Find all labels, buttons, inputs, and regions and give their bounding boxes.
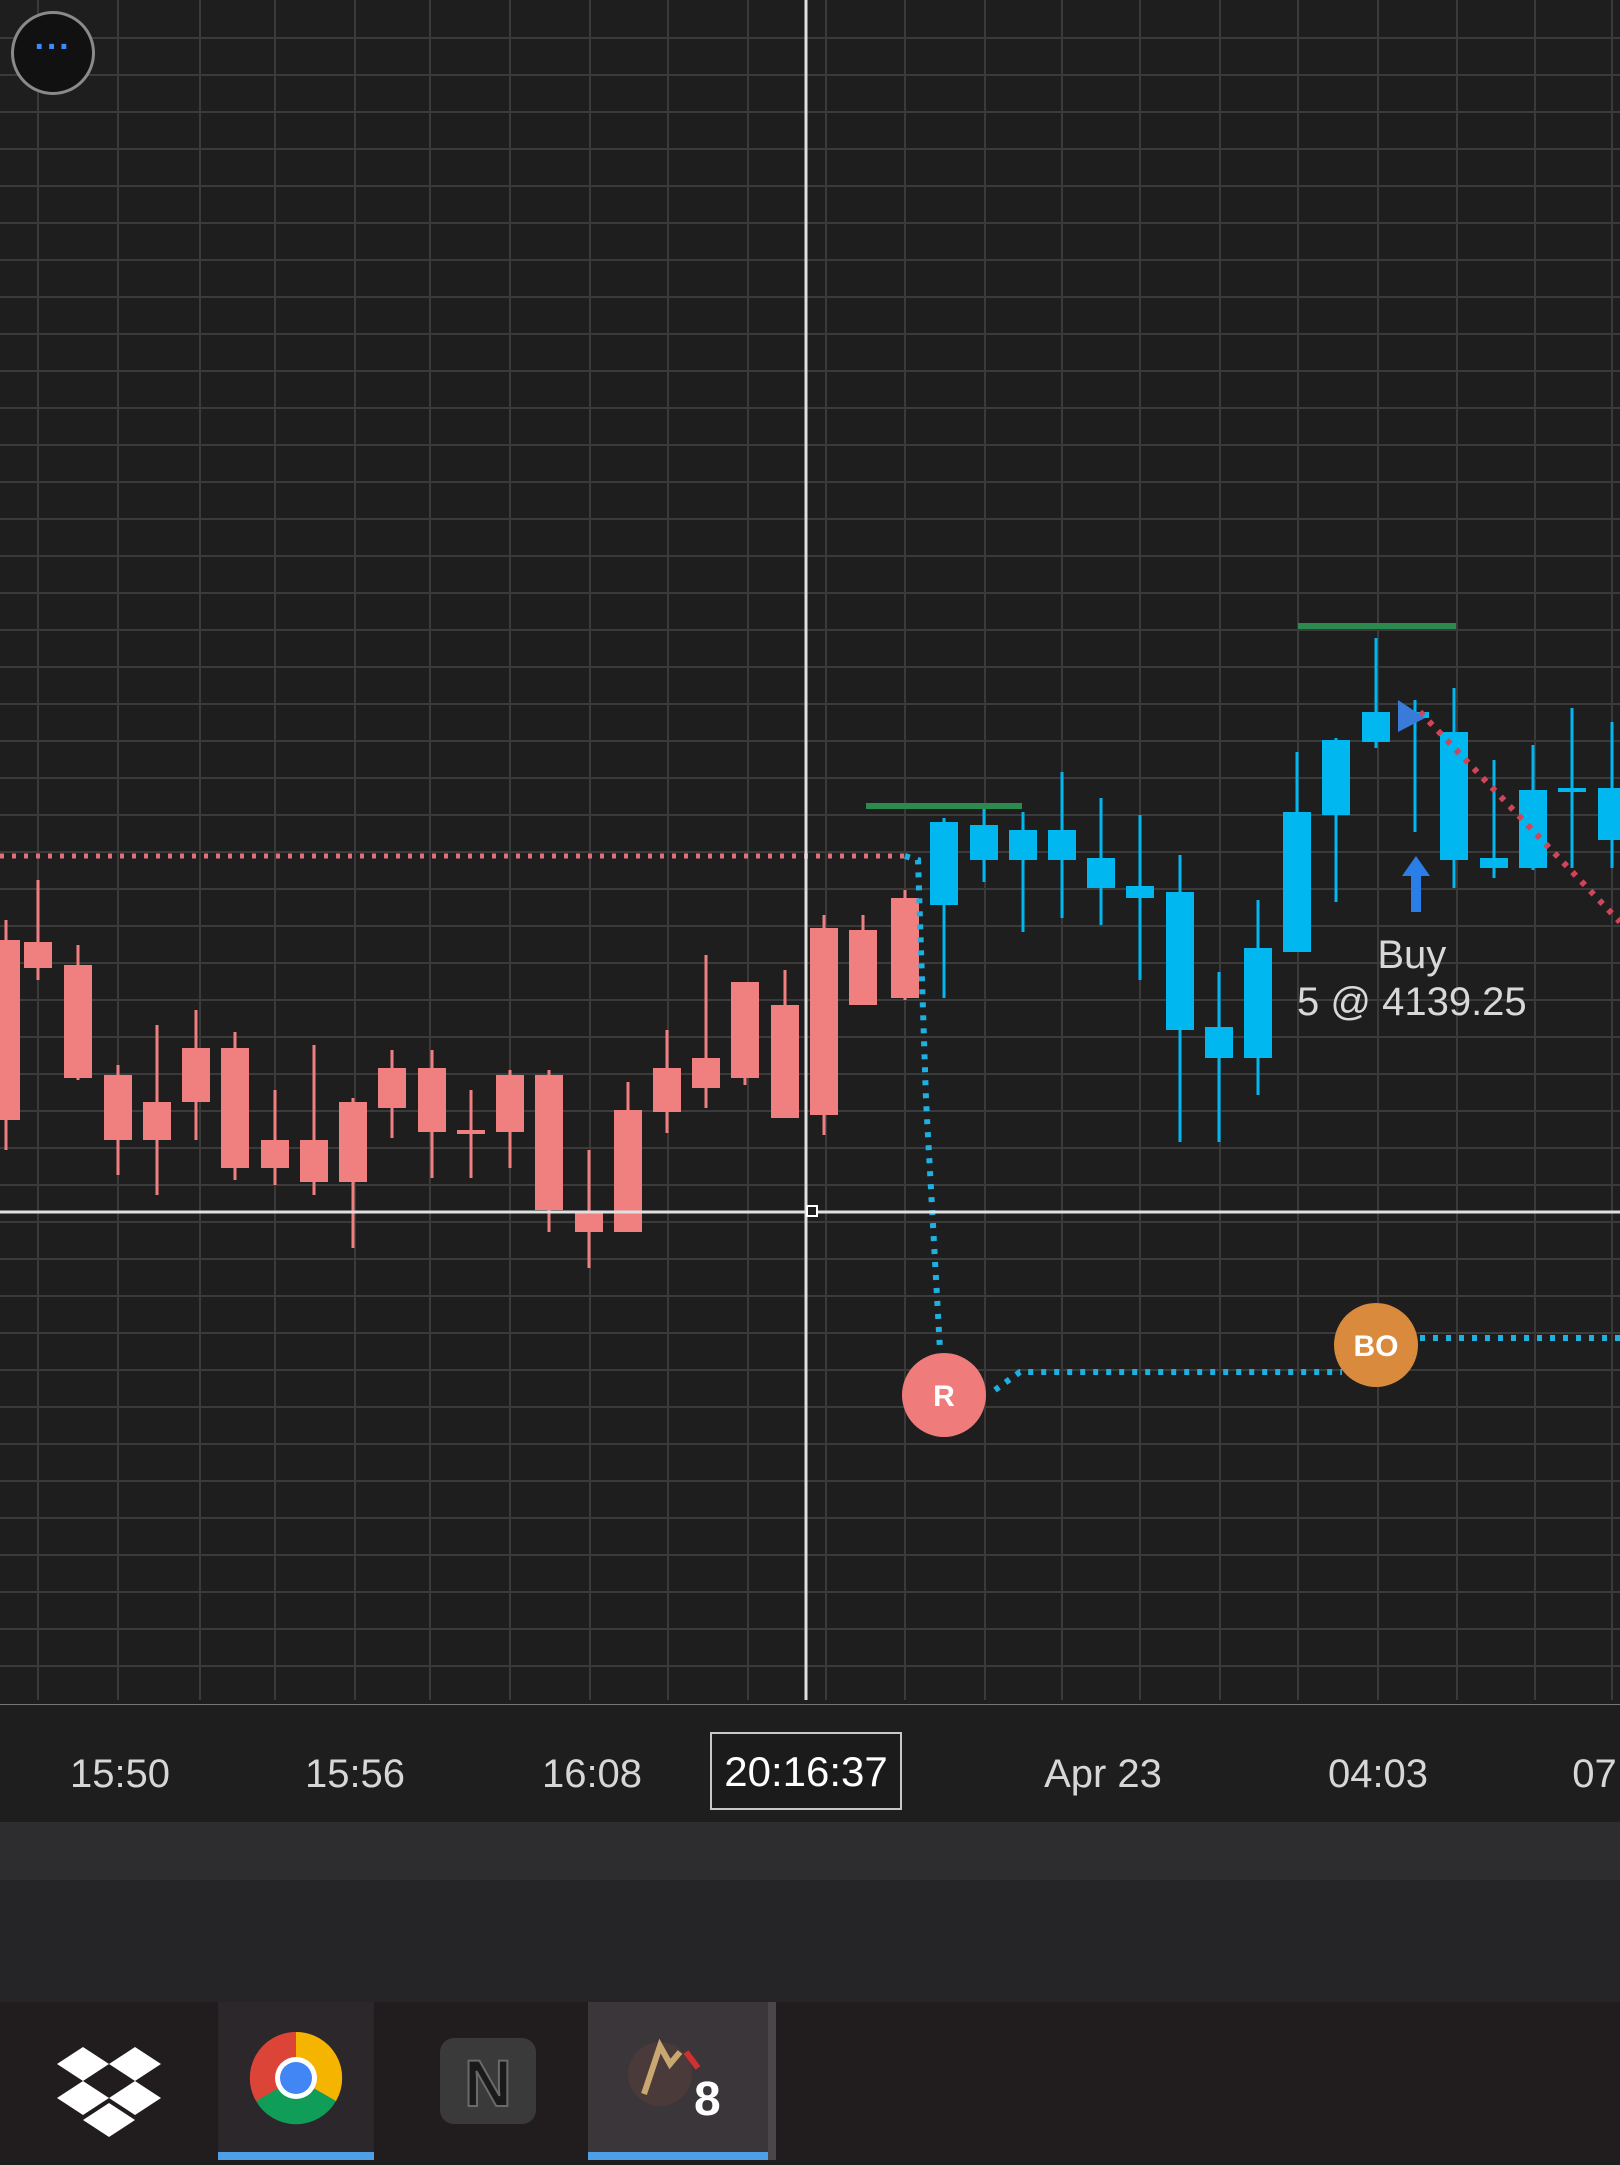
candle-body-up [1283,812,1311,952]
chrome-icon [249,2031,343,2125]
x-axis-label-1550: 15:50 [69,1752,171,1796]
candle-body-down [261,1140,289,1168]
order-path-line [993,1369,1342,1393]
candle-body-down [731,982,759,1078]
candle-body-down [614,1110,642,1232]
candle-body-down [849,930,877,1005]
candle-body-up [1205,1027,1233,1058]
taskbar-trading-app-button[interactable]: 8 [588,2002,776,2160]
candle-body-up [1480,858,1508,868]
candle-body-down [891,898,919,998]
candle-body-up [1009,830,1037,860]
buy-execution-detail: 5 @ 4139.25 [1297,980,1527,1024]
order-marker-bo-label: BO [1354,1330,1399,1363]
buy-arrow-icon [1402,856,1430,912]
trading-app-icon [628,2038,701,2106]
candle-body-down [535,1075,563,1210]
candle-body-down [771,1005,799,1118]
dropbox-icon [57,2047,161,2137]
candle-body-up [1558,788,1586,792]
chrome-active-indicator [218,2152,374,2160]
candle-body-up [1087,858,1115,888]
candle-body-up [1440,732,1468,860]
svg-text:N: N [464,2046,512,2120]
candle-body-down [692,1058,720,1088]
chart-scroll-bar[interactable] [0,1822,1620,1880]
taskbar-divider [768,2002,776,2160]
candle-body-up [930,822,958,905]
trading-app-active-indicator [588,2152,776,2160]
candle-body-down [24,942,52,968]
taskbar-dropbox-button[interactable] [0,2002,210,2160]
candle-body-down [339,1102,367,1182]
candle-body-up [1244,948,1272,1058]
candle-body-up [1598,788,1620,840]
price-chart[interactable]: R BO [0,0,1620,1705]
chart-menu-button[interactable]: ··· [11,11,95,95]
crosshair-center [806,1205,818,1217]
buy-execution-label: Buy 5 @ 4139.25 [1297,932,1527,1026]
x-axis-label-1556: 15:56 [304,1752,406,1796]
candle-body-down [0,940,20,1120]
candle-body-down [182,1048,210,1102]
candle-body-up [1048,830,1076,860]
taskbar-ninjatrader-button[interactable]: N [418,2002,558,2160]
candle-body-up [1519,790,1547,868]
x-axis-label-07: 07: [1572,1752,1620,1796]
candle-body-down [378,1068,406,1108]
candle-body-down [143,1102,171,1140]
candle-body-up [1166,892,1194,1030]
candle-body-down [300,1140,328,1182]
candle-body-up [1322,740,1350,815]
candle-body-down [575,1212,603,1232]
x-axis-label-1608: 16:08 [541,1752,643,1796]
candle-body-down [457,1130,485,1134]
order-marker-r-label: R [933,1380,955,1413]
candle-body-down [104,1075,132,1140]
x-axis-label-apr23: Apr 23 [1044,1752,1162,1796]
candle-body-up [1126,886,1154,898]
chart-bottom-panel [0,1880,1620,2002]
candle-body-down [496,1075,524,1132]
candle-body-down [418,1068,446,1132]
x-axis-label-0403: 04:03 [1327,1752,1429,1796]
candle-body-down [653,1068,681,1112]
taskbar-chrome-button[interactable] [218,2002,374,2160]
buy-execution-title: Buy [1377,933,1447,977]
candle-body-down [221,1048,249,1168]
candle-body-down [810,928,838,1115]
trading-app-badge: 8 [694,2073,721,2126]
chart-canvas[interactable]: R BO [0,0,1620,1705]
candle-body-up [970,825,998,860]
crosshair-time-label: 20:16:37 [710,1732,902,1810]
ninjatrader-icon: N [440,2038,536,2124]
candle-body-down [64,965,92,1078]
candle-body-up [1362,712,1390,742]
